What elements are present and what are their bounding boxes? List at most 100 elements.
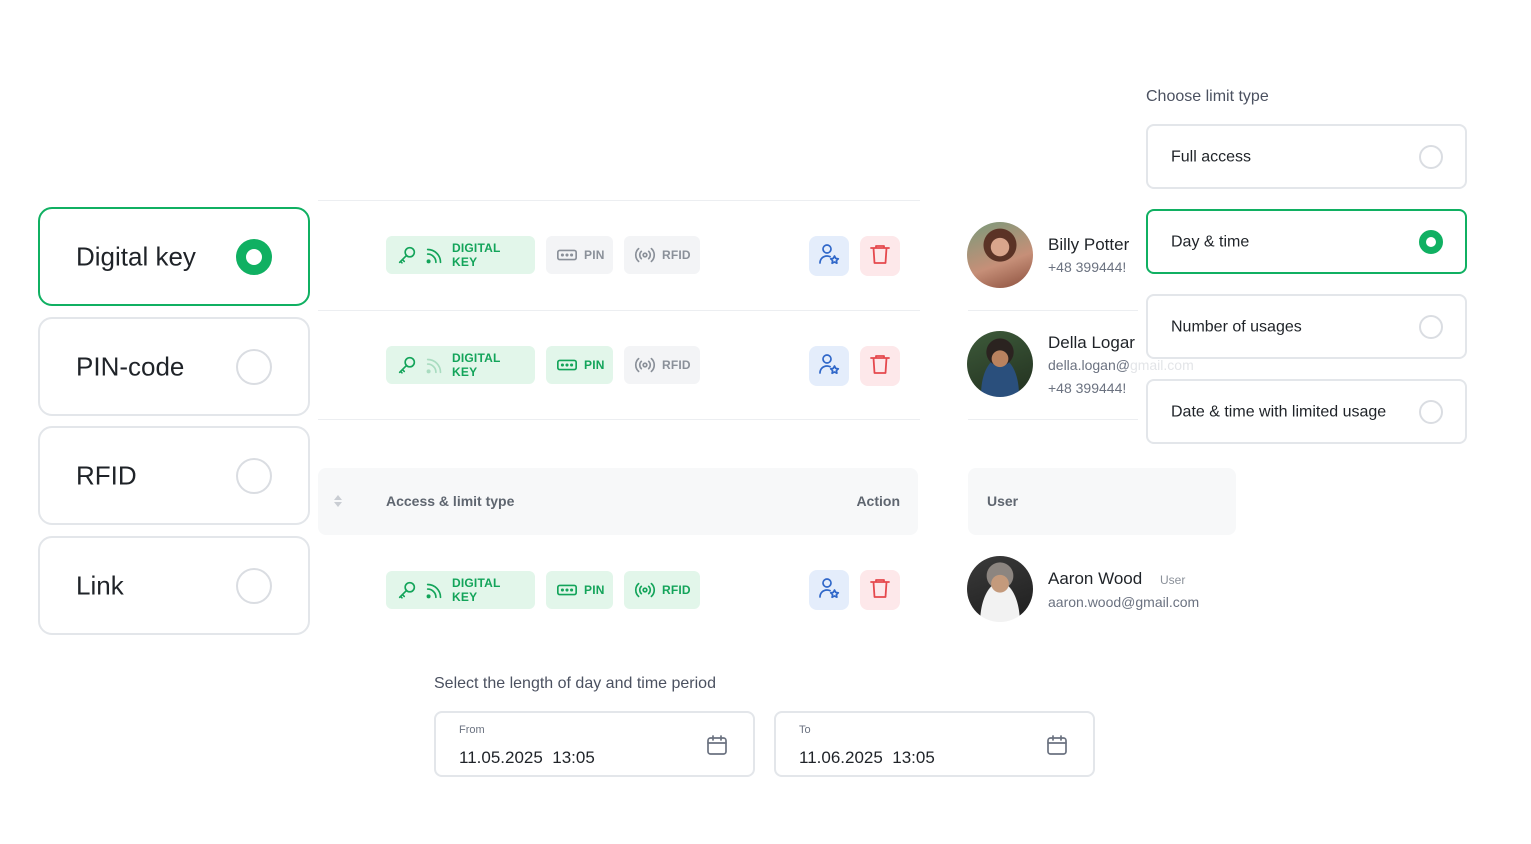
chip-label: PIN bbox=[584, 248, 605, 262]
radio-unselected[interactable] bbox=[1419, 144, 1443, 169]
chip-label: RFID bbox=[662, 248, 691, 262]
key-icon bbox=[396, 354, 418, 376]
user-email: della.logan@gmail.com bbox=[1048, 357, 1194, 373]
delete-button[interactable] bbox=[860, 346, 900, 386]
radio-unselected[interactable] bbox=[236, 567, 272, 604]
row-divider bbox=[318, 310, 920, 311]
chip-pin[interactable]: PIN bbox=[546, 236, 613, 274]
access-type-label: Link bbox=[76, 570, 124, 600]
nfc-icon bbox=[424, 244, 446, 266]
access-type-digital-key[interactable]: Digital key bbox=[38, 207, 310, 306]
date-to-field[interactable]: To 11.06.2025 13:05 bbox=[774, 711, 1095, 777]
chip-digital-key[interactable]: DIGITAL KEY bbox=[386, 346, 535, 384]
radio-selected[interactable] bbox=[1419, 229, 1443, 254]
pin-icon bbox=[556, 354, 578, 376]
chip-label: DIGITAL KEY bbox=[452, 241, 501, 269]
access-type-pin-code[interactable]: PIN-code bbox=[38, 317, 310, 416]
trash-icon bbox=[868, 242, 892, 271]
avatar bbox=[967, 556, 1033, 622]
limit-option-number-of-usages[interactable]: Number of usages bbox=[1146, 294, 1467, 359]
edit-user-button[interactable] bbox=[809, 346, 849, 386]
access-type-link[interactable]: Link bbox=[38, 536, 310, 635]
edit-user-button[interactable] bbox=[809, 236, 849, 276]
chip-label: RFID bbox=[662, 583, 691, 597]
date-from-value: 11.05.2025 13:05 bbox=[459, 748, 595, 767]
date-to-value: 11.06.2025 13:05 bbox=[799, 748, 935, 767]
chip-label: DIGITAL KEY bbox=[452, 351, 501, 379]
chip-label: PIN bbox=[584, 583, 605, 597]
limit-option-label: Full access bbox=[1171, 148, 1252, 165]
nfc-icon bbox=[424, 579, 446, 601]
delete-button[interactable] bbox=[860, 570, 900, 610]
rfid-icon bbox=[634, 579, 656, 601]
header-user[interactable]: User bbox=[987, 493, 1018, 509]
user-role: User bbox=[1160, 573, 1186, 587]
user-name: Della Logar bbox=[1048, 333, 1135, 352]
chip-digital-key[interactable]: DIGITAL KEY bbox=[386, 571, 535, 609]
chip-digital-key[interactable]: DIGITAL KEY bbox=[386, 236, 535, 274]
row-divider bbox=[318, 200, 920, 201]
date-from-label: From bbox=[459, 724, 485, 736]
chip-label: DIGITAL KEY bbox=[452, 576, 501, 604]
limit-panel-title: Choose limit type bbox=[1146, 88, 1269, 105]
key-icon bbox=[396, 579, 418, 601]
avatar bbox=[967, 331, 1033, 397]
radio-selected[interactable] bbox=[236, 238, 272, 275]
user-phone: +48 399444! bbox=[1048, 380, 1127, 396]
limit-option-label: Number of usages bbox=[1171, 318, 1302, 335]
header-action: Action bbox=[856, 493, 900, 509]
user-star-icon bbox=[817, 352, 841, 381]
trash-icon bbox=[868, 352, 892, 381]
row-divider bbox=[318, 419, 920, 420]
limit-option-date-time-limited-usage[interactable]: Date & time with limited usage bbox=[1146, 379, 1467, 444]
table-header-user: User bbox=[968, 468, 1236, 535]
limit-option-label: Date & time with limited usage bbox=[1171, 403, 1387, 420]
calendar-icon[interactable] bbox=[705, 733, 729, 762]
avatar bbox=[967, 222, 1033, 288]
access-type-label: Digital key bbox=[76, 241, 196, 271]
access-type-label: RFID bbox=[76, 460, 137, 490]
user-star-icon bbox=[817, 242, 841, 271]
pin-icon bbox=[556, 579, 578, 601]
rfid-icon bbox=[634, 244, 656, 266]
delete-button[interactable] bbox=[860, 236, 900, 276]
nfc-icon bbox=[424, 354, 446, 376]
radio-unselected[interactable] bbox=[1419, 399, 1443, 424]
chip-rfid[interactable]: RFID bbox=[624, 571, 700, 609]
date-to-label: To bbox=[799, 724, 811, 736]
user-email: aaron.wood@gmail.com bbox=[1048, 594, 1200, 610]
user-name: Billy Potter bbox=[1048, 235, 1130, 254]
pin-icon bbox=[556, 244, 578, 266]
user-email-visible: della.logan@ bbox=[1048, 357, 1130, 373]
radio-unselected[interactable] bbox=[236, 457, 272, 494]
key-icon bbox=[396, 244, 418, 266]
chip-label: RFID bbox=[662, 358, 691, 372]
limit-option-label: Day & time bbox=[1171, 233, 1250, 250]
trash-icon bbox=[868, 576, 892, 605]
limit-option-day-time[interactable]: Day & time bbox=[1146, 209, 1467, 274]
chip-pin[interactable]: PIN bbox=[546, 346, 613, 384]
calendar-icon[interactable] bbox=[1045, 733, 1069, 762]
chip-rfid[interactable]: RFID bbox=[624, 346, 700, 384]
limit-option-full-access[interactable]: Full access bbox=[1146, 124, 1467, 189]
user-email-faded: gmail.com bbox=[1129, 357, 1194, 373]
row-divider bbox=[968, 419, 1138, 420]
chip-rfid[interactable]: RFID bbox=[624, 236, 700, 274]
row-divider bbox=[968, 310, 1138, 311]
user-name: Aaron Wood bbox=[1048, 569, 1143, 588]
chip-pin[interactable]: PIN bbox=[546, 571, 613, 609]
period-title: Select the length of day and time period bbox=[434, 675, 716, 692]
edit-user-button[interactable] bbox=[809, 570, 849, 610]
radio-unselected[interactable] bbox=[236, 348, 272, 385]
radio-unselected[interactable] bbox=[1419, 314, 1443, 339]
rfid-icon bbox=[634, 354, 656, 376]
access-type-rfid[interactable]: RFID bbox=[38, 426, 310, 525]
access-type-label: PIN-code bbox=[76, 351, 185, 381]
user-star-icon bbox=[817, 576, 841, 605]
date-from-field[interactable]: From 11.05.2025 13:05 bbox=[434, 711, 755, 777]
chip-label: PIN bbox=[584, 358, 605, 372]
header-access[interactable]: Access & limit type bbox=[386, 493, 514, 509]
user-phone: +48 399444! bbox=[1048, 259, 1127, 275]
sort-icon[interactable] bbox=[332, 494, 344, 513]
table-header: Access & limit type Action bbox=[318, 468, 918, 535]
